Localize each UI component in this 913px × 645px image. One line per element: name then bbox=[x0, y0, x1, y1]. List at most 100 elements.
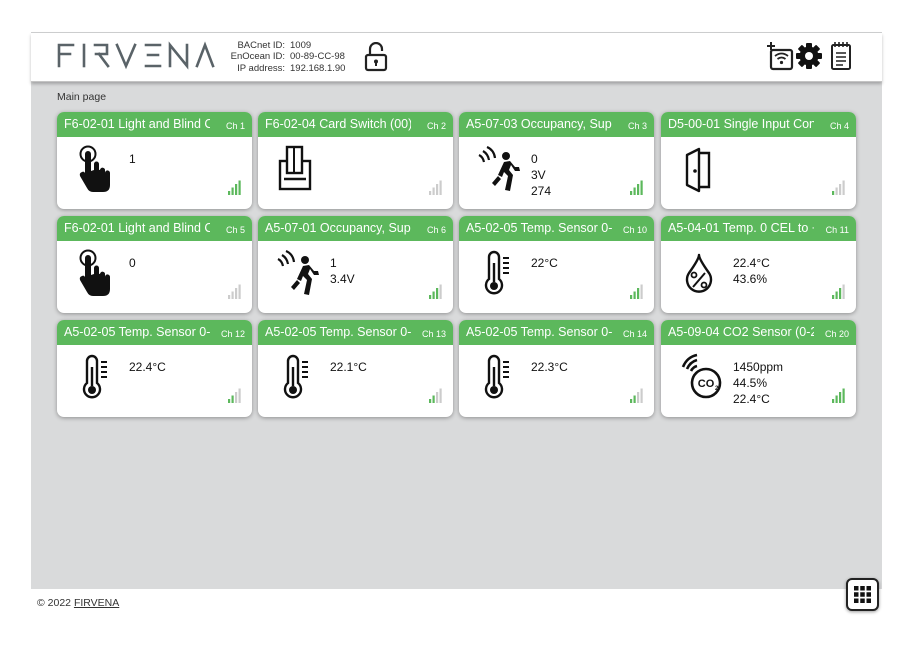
bacnet-label: BACnet ID: bbox=[222, 40, 290, 51]
card-header: F6-02-01 Light and Blind Control Ch 1 bbox=[57, 112, 252, 137]
channel-card[interactable]: A5-09-04 CO2 Sensor (0-2000)Ch 20 CO21450… bbox=[661, 320, 856, 417]
card-title: F6-02-01 Light and Blind Control bbox=[64, 117, 210, 131]
card-header: A5-07-03 Occupancy, Supply voltageCh 3 bbox=[459, 112, 654, 137]
signal-strength-icon bbox=[832, 388, 846, 408]
card-channel: Ch 6 bbox=[427, 225, 446, 235]
channel-card[interactable]: F6-02-01 Light and Blind Control Ch 5 0 bbox=[57, 216, 252, 313]
notepad-log-icon[interactable] bbox=[829, 41, 853, 76]
copyright-label: © 2022 bbox=[37, 597, 74, 609]
signal-strength-icon bbox=[630, 388, 644, 408]
card-values: 13.4V bbox=[330, 255, 355, 287]
thermometer-icon bbox=[276, 353, 316, 406]
card-header: A5-07-01 Occupancy, Supply voltage Ch 6 bbox=[258, 216, 453, 241]
card-value: 44.5% bbox=[733, 375, 783, 391]
breadcrumb: Main page bbox=[57, 91, 106, 103]
card-title: A5-02-05 Temp. Sensor 0-40 bbox=[466, 325, 612, 339]
thermometer-icon bbox=[75, 353, 115, 406]
card-values: 22.1°C bbox=[330, 359, 367, 375]
humidity-drop-icon bbox=[679, 249, 719, 302]
card-channel: Ch 10 bbox=[623, 225, 647, 235]
card-title: F6-02-04 Card Switch (00) bbox=[265, 117, 411, 131]
ip-label: IP address: bbox=[222, 63, 290, 74]
card-channel: Ch 1 bbox=[226, 121, 245, 131]
card-value: 0 bbox=[531, 151, 551, 167]
card-header: D5-00-01 Single Input Contact Ch 4 bbox=[661, 112, 856, 137]
card-title: F6-02-01 Light and Blind Control bbox=[64, 221, 210, 235]
card-value: 43.6% bbox=[733, 271, 770, 287]
card-values: 0 bbox=[129, 255, 136, 271]
device-ids: BACnet ID:1009 EnOcean ID:00-89-CC-98 IP… bbox=[222, 40, 345, 74]
header-bar: BACnet ID:1009 EnOcean ID:00-89-CC-98 IP… bbox=[31, 33, 882, 82]
card-header: A5-02-05 Temp. Sensor 0-40Ch 13 bbox=[258, 320, 453, 345]
card-header: A5-09-04 CO2 Sensor (0-2000)Ch 20 bbox=[661, 320, 856, 345]
unlock-icon[interactable] bbox=[364, 42, 388, 77]
card-header: F6-02-01 Light and Blind Control Ch 5 bbox=[57, 216, 252, 241]
channel-card[interactable]: A5-02-05 Temp. Sensor 0-40Ch 10 22°C bbox=[459, 216, 654, 313]
signal-strength-icon bbox=[429, 180, 443, 200]
add-device-icon[interactable] bbox=[765, 41, 795, 76]
card-title: A5-04-01 Temp. 0 CEL to +40 bbox=[668, 221, 814, 235]
channel-card[interactable]: D5-00-01 Single Input Contact Ch 4 bbox=[661, 112, 856, 209]
card-channel: Ch 2 bbox=[427, 121, 446, 131]
card-title: A5-02-05 Temp. Sensor 0-40 bbox=[64, 325, 210, 339]
channel-card[interactable]: A5-02-05 Temp. Sensor 0-40 Ch 14 22.3°C bbox=[459, 320, 654, 417]
card-value: 22.4°C bbox=[733, 391, 783, 407]
card-values: 03V274 bbox=[531, 151, 551, 199]
thermometer-icon bbox=[477, 353, 517, 406]
card-header: A5-02-05 Temp. Sensor 0-40Ch 10 bbox=[459, 216, 654, 241]
card-header: A5-02-05 Temp. Sensor 0-40 Ch 12 bbox=[57, 320, 252, 345]
signal-strength-icon bbox=[429, 284, 443, 304]
card-header: A5-04-01 Temp. 0 CEL to +40Ch 11 bbox=[661, 216, 856, 241]
card-values: 22°C bbox=[531, 255, 558, 271]
card-value: 22°C bbox=[531, 255, 558, 271]
card-header: F6-02-04 Card Switch (00) Ch 2 bbox=[258, 112, 453, 137]
card-values: 1450ppm44.5%22.4°C bbox=[733, 359, 783, 407]
card-value: 274 bbox=[531, 183, 551, 199]
card-value: 1 bbox=[330, 255, 355, 271]
card-value: 22.4°C bbox=[733, 255, 770, 271]
thermometer-icon bbox=[477, 249, 517, 302]
grid-icon bbox=[848, 580, 877, 609]
co2-sensor-icon: CO2 bbox=[679, 353, 725, 406]
card-value: 22.3°C bbox=[531, 359, 568, 375]
footer: © 2022 FIRVENA bbox=[31, 589, 882, 615]
card-title: A5-07-01 Occupancy, Supply voltage bbox=[265, 221, 411, 235]
channel-card[interactable]: F6-02-04 Card Switch (00) Ch 2 bbox=[258, 112, 453, 209]
apps-grid-button[interactable] bbox=[846, 578, 879, 611]
firvena-link[interactable]: FIRVENA bbox=[74, 597, 119, 609]
card-channel: Ch 13 bbox=[422, 329, 446, 339]
card-title: D5-00-01 Single Input Contact bbox=[668, 117, 814, 131]
card-value: 22.1°C bbox=[330, 359, 367, 375]
ip-value: 192.168.1.90 bbox=[290, 63, 345, 74]
card-channel: Ch 14 bbox=[623, 329, 647, 339]
card-values: 22.4°C43.6% bbox=[733, 255, 770, 287]
signal-strength-icon bbox=[228, 180, 242, 200]
signal-strength-icon bbox=[429, 388, 443, 408]
door-contact-icon bbox=[679, 145, 719, 198]
signal-strength-icon bbox=[630, 180, 644, 200]
card-channel: Ch 12 bbox=[221, 329, 245, 339]
signal-strength-icon bbox=[228, 388, 242, 408]
card-value: 22.4°C bbox=[129, 359, 166, 375]
enocean-value: 00-89-CC-98 bbox=[290, 51, 345, 62]
signal-strength-icon bbox=[832, 180, 846, 200]
channel-card[interactable]: A5-04-01 Temp. 0 CEL to +40Ch 11 22.4°C43… bbox=[661, 216, 856, 313]
settings-gear-icon[interactable] bbox=[795, 42, 823, 75]
signal-strength-icon bbox=[832, 284, 846, 304]
channel-card[interactable]: A5-07-03 Occupancy, Supply voltageCh 3 03… bbox=[459, 112, 654, 209]
card-channel: Ch 5 bbox=[226, 225, 245, 235]
enocean-label: EnOcean ID: bbox=[222, 51, 290, 62]
channel-card[interactable]: A5-02-05 Temp. Sensor 0-40Ch 13 22.1°C bbox=[258, 320, 453, 417]
channel-card[interactable]: A5-07-01 Occupancy, Supply voltage Ch 6 13… bbox=[258, 216, 453, 313]
channel-card[interactable]: F6-02-01 Light and Blind ControlCh 11 bbox=[57, 112, 252, 209]
card-value: 0 bbox=[129, 255, 136, 271]
touch-hand-icon bbox=[75, 249, 115, 302]
card-value: 3.4V bbox=[330, 271, 355, 287]
card-channel: Ch 4 bbox=[830, 121, 849, 131]
card-header: A5-02-05 Temp. Sensor 0-40 Ch 14 bbox=[459, 320, 654, 345]
channel-card[interactable]: A5-02-05 Temp. Sensor 0-40 Ch 12 22.4°C bbox=[57, 320, 252, 417]
svg-text:CO: CO bbox=[698, 378, 715, 390]
firvena-logo[interactable] bbox=[57, 39, 215, 76]
signal-strength-icon bbox=[228, 284, 242, 304]
card-channel: Ch 20 bbox=[825, 329, 849, 339]
